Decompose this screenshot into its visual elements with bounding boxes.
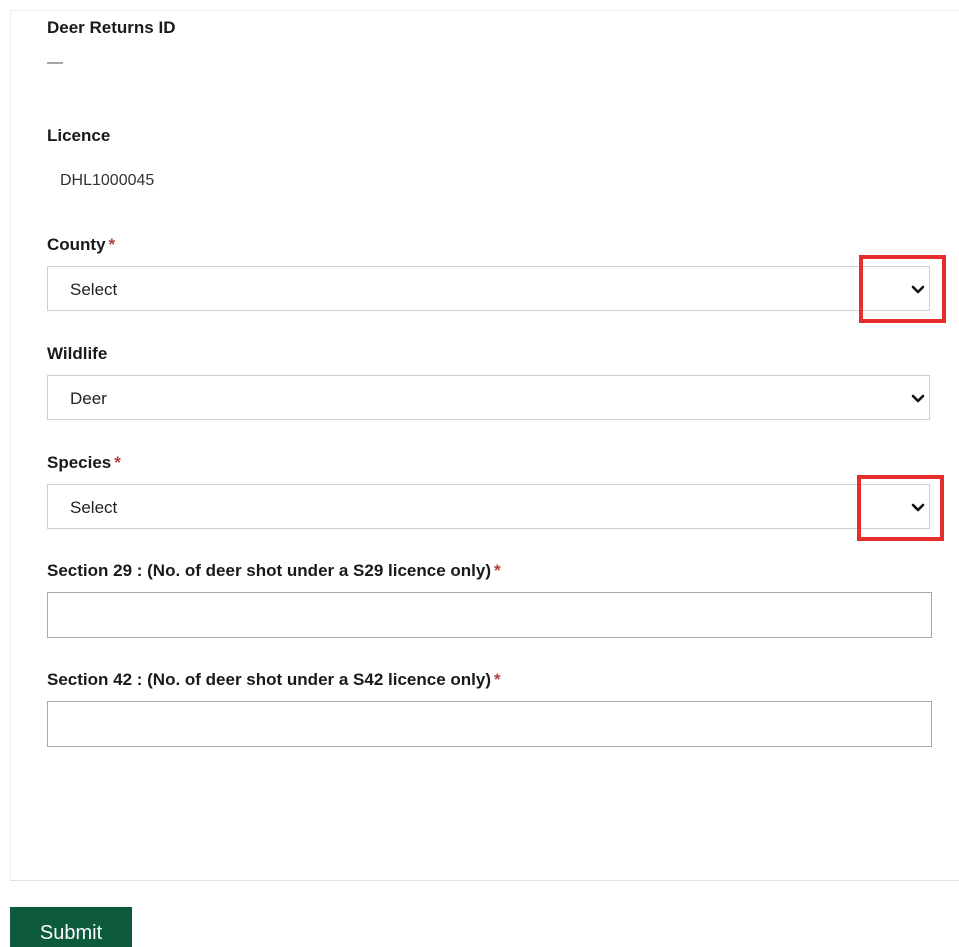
section42-label-text: Section 42 : (No. of deer shot under a S…	[47, 670, 491, 689]
required-marker: *	[494, 670, 501, 689]
licence-value: DHL1000045	[60, 172, 155, 189]
required-marker: *	[114, 453, 121, 472]
county-select[interactable]: Select	[47, 266, 930, 311]
submit-button[interactable]: Submit	[10, 907, 132, 947]
top-divider	[10, 10, 959, 11]
left-divider	[10, 10, 11, 880]
section42-input[interactable]	[47, 701, 932, 747]
county-label-text: County	[47, 235, 106, 254]
species-select[interactable]: Select	[47, 484, 930, 529]
wildlife-label: Wildlife	[47, 344, 108, 363]
footer-divider	[10, 880, 959, 881]
county-dropdown-highlight	[859, 255, 946, 323]
section42-label: Section 42 : (No. of deer shot under a S…	[47, 670, 501, 690]
required-marker: *	[108, 235, 116, 254]
licence-label: Licence	[47, 126, 111, 145]
section29-input[interactable]	[47, 592, 932, 638]
species-label: Species *	[47, 453, 121, 473]
wildlife-select[interactable]: Deer	[47, 375, 930, 420]
deer-returns-id-label: Deer Returns ID	[47, 18, 176, 37]
section29-label: Section 29 : (No. of deer shot under a S…	[47, 561, 501, 581]
wildlife-selected-value: Deer	[70, 389, 107, 408]
species-selected-value: Select	[70, 498, 118, 517]
chevron-down-icon[interactable]	[909, 389, 927, 407]
section29-label-text: Section 29 : (No. of deer shot under a S…	[47, 561, 491, 580]
deer-returns-id-value: —	[47, 54, 63, 71]
county-selected-value: Select	[70, 280, 118, 299]
required-marker: *	[494, 561, 501, 580]
species-label-text: Species	[47, 453, 112, 472]
species-dropdown-highlight	[857, 475, 944, 541]
county-label: County *	[47, 235, 115, 255]
